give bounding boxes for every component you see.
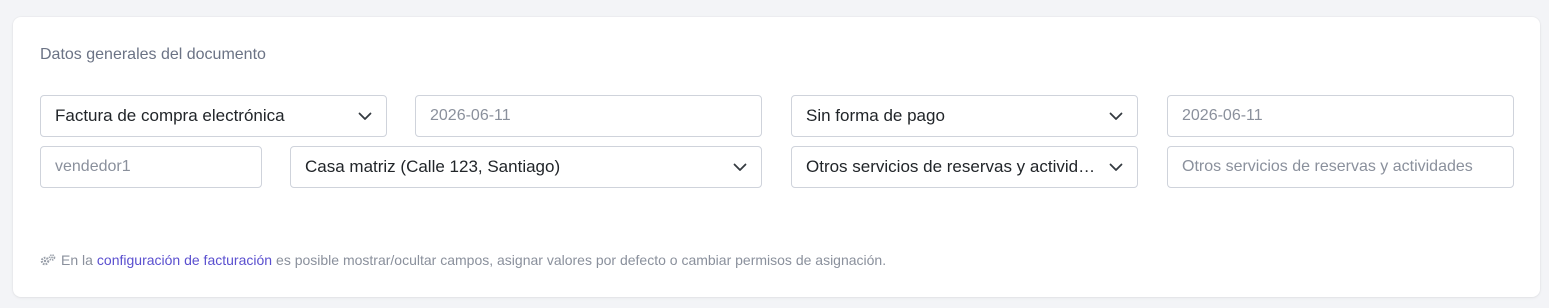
note-suffix: es posible mostrar/ocultar campos, asign… [276,252,887,268]
document-type-select[interactable]: Factura de compra electrónica [40,95,387,137]
branch-select[interactable]: Casa matriz (Calle 123, Santiago) [290,146,762,188]
economic-activity-select[interactable]: Otros servicios de reservas y actividade… [791,146,1138,188]
document-type-value: Factura de compra electrónica [55,106,285,125]
gears-icon [40,254,56,266]
branch-value: Casa matriz (Calle 123, Santiago) [305,157,561,176]
issue-date-input[interactable]: 2026-06-11 [415,95,762,137]
section-title: Datos generales del documento [40,46,266,63]
chevron-down-icon [733,160,747,174]
chevron-down-icon [1109,160,1123,174]
seller-input[interactable]: vendedor1 [40,146,262,188]
billing-config-link[interactable]: configuración de facturación [97,252,272,268]
economic-activity-value: Otros servicios de reservas y actividade… [806,157,1099,176]
economic-activity-input[interactable]: Otros servicios de reservas y actividade… [1167,146,1514,188]
issue-date-value: 2026-06-11 [430,107,511,124]
seller-value: vendedor1 [55,158,131,175]
economic-activity-text: Otros servicios de reservas y actividade… [1182,158,1473,175]
billing-config-note: En la configuración de facturación es po… [40,252,886,268]
due-date-value: 2026-06-11 [1182,107,1263,124]
chevron-down-icon [1109,109,1123,123]
document-general-data-card: Datos generales del documento Factura de… [13,17,1540,297]
chevron-down-icon [358,109,372,123]
payment-method-select[interactable]: Sin forma de pago [791,95,1138,137]
payment-method-value: Sin forma de pago [806,106,945,125]
note-prefix: En la [61,252,93,268]
due-date-input[interactable]: 2026-06-11 [1167,95,1514,137]
